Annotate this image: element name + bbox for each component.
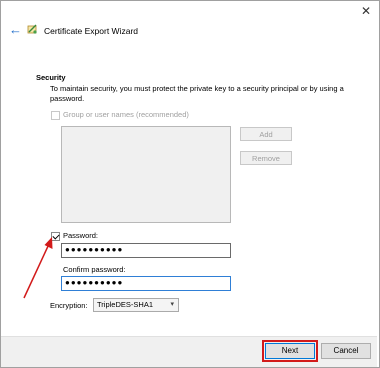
security-heading: Security [36,73,66,82]
confirm-password-field[interactable]: ●●●●●●●●●● [61,276,231,291]
security-description: To maintain security, you must protect t… [50,84,344,103]
remove-button[interactable]: Remove [240,151,292,165]
cancel-button[interactable]: Cancel [321,343,371,359]
add-button[interactable]: Add [240,127,292,141]
encryption-value: TripleDES-SHA1 [97,300,153,309]
window-title: Certificate Export Wizard [44,26,138,36]
encryption-select[interactable]: TripleDES-SHA1 ▾ [93,298,179,312]
next-button-highlight [262,340,318,362]
chevron-down-icon: ▾ [170,301,174,308]
password-checkbox[interactable] [51,232,60,241]
confirm-password-label: Confirm password: [63,265,126,274]
group-user-list[interactable] [61,126,231,223]
back-arrow-icon[interactable]: ← [9,23,22,37]
close-icon[interactable]: ✕ [360,5,372,17]
group-checkbox-label: Group or user names (recommended) [63,110,189,119]
password-checkbox-label: Password: [63,231,99,240]
password-field[interactable]: ●●●●●●●●●● [61,243,231,258]
encryption-label: Encryption: [50,301,88,310]
group-checkbox[interactable] [51,111,60,120]
certificate-wizard-icon [27,24,37,34]
